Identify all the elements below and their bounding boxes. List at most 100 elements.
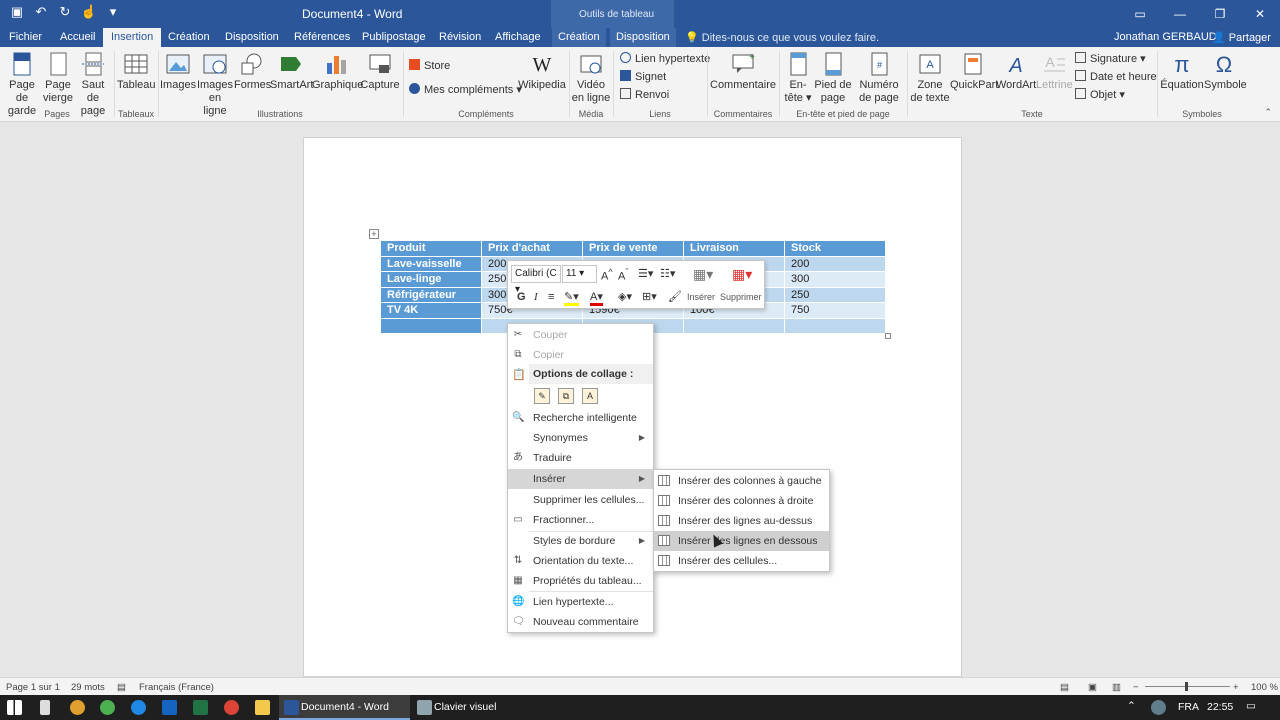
- paste-text-only-icon[interactable]: A: [582, 388, 598, 404]
- submenu-item-cellules[interactable]: Insérer des cellules...: [654, 551, 829, 571]
- app-icon[interactable]: [131, 700, 146, 715]
- taskbar-keyboard-app[interactable]: Clavier visuel: [412, 695, 542, 720]
- menu-item-nouveau-commentaire[interactable]: 🗨 Nouveau commentaire: [508, 612, 653, 632]
- tab-affichage[interactable]: Affichage: [495, 31, 541, 43]
- tab-references[interactable]: Références: [294, 31, 350, 43]
- delete-table-icon[interactable]: ▦▾: [732, 266, 752, 283]
- app-icon[interactable]: [100, 700, 115, 715]
- close-icon[interactable]: ✕: [1240, 0, 1280, 28]
- menu-item-lien[interactable]: 🌐 Lien hypertexte...: [508, 592, 653, 612]
- share-button[interactable]: 👤 Partager: [1212, 31, 1271, 44]
- table-resize-handle[interactable]: [885, 333, 891, 339]
- table-cell[interactable]: 250: [784, 286, 886, 303]
- font-color-icon[interactable]: A▾: [590, 290, 603, 306]
- menu-item-copier[interactable]: ⧉ Copier: [508, 345, 653, 365]
- chrome-icon[interactable]: [224, 700, 239, 715]
- table-cell[interactable]: Réfrigérateur: [380, 286, 482, 303]
- video-en-ligne-button[interactable]: Vidéo en ligne: [571, 51, 611, 105]
- submenu-item-colonnes-gauche[interactable]: Insérer des colonnes à gauche: [654, 471, 829, 491]
- zone-de-texte-button[interactable]: A Zone de texte: [910, 51, 950, 105]
- bullets-icon[interactable]: ☰▾: [638, 267, 653, 280]
- tab-fichier[interactable]: Fichier: [9, 31, 42, 43]
- word-count[interactable]: 29 mots: [71, 682, 105, 693]
- menu-item-fractionner[interactable]: ▭ Fractionner...: [508, 510, 653, 530]
- read-mode-icon[interactable]: ▤: [1060, 682, 1069, 693]
- tab-accueil[interactable]: Accueil: [60, 31, 95, 43]
- table-cell[interactable]: Lave-linge: [380, 271, 482, 288]
- undo-icon[interactable]: ↶: [32, 4, 50, 20]
- table-cell[interactable]: [380, 317, 482, 334]
- menu-item-styles-bordure[interactable]: Styles de bordure ▶: [508, 531, 653, 551]
- quickpart-button[interactable]: QuickPart: [950, 51, 998, 92]
- web-layout-icon[interactable]: ▥: [1112, 682, 1121, 693]
- highlight-icon[interactable]: ✎▾: [564, 290, 579, 306]
- touch-mode-icon[interactable]: ☝: [80, 4, 98, 20]
- minimize-icon[interactable]: —: [1160, 0, 1200, 28]
- menu-item-proprietes[interactable]: ▦ Propriétés du tableau...: [508, 571, 653, 591]
- submenu-item-colonnes-droite[interactable]: Insérer des colonnes à droite: [654, 491, 829, 511]
- submenu-item-lignes-dessous[interactable]: Insérer des lignes en dessous: [654, 531, 829, 551]
- menu-item-couper[interactable]: ✂ Couper: [508, 325, 653, 345]
- table-cell[interactable]: 750: [784, 302, 886, 319]
- tab-insertion[interactable]: Insertion: [103, 28, 162, 47]
- proofing-icon[interactable]: ▤: [117, 682, 126, 693]
- capture-button[interactable]: Capture: [360, 51, 400, 92]
- graphique-button[interactable]: Graphique: [312, 51, 363, 92]
- format-painter-icon[interactable]: 🖌: [668, 290, 682, 303]
- table-header-cell[interactable]: Stock: [784, 240, 886, 257]
- network-icon[interactable]: [1151, 700, 1166, 715]
- page-de-garde-button[interactable]: Page de garde: [3, 51, 41, 118]
- numbering-icon[interactable]: ☷▾: [660, 267, 675, 280]
- table-cell[interactable]: [784, 317, 886, 334]
- date-heure-button[interactable]: Date et heure: [1075, 70, 1157, 83]
- paste-merge-icon[interactable]: ⧉: [558, 388, 574, 404]
- smartart-button[interactable]: SmartArt: [270, 51, 313, 92]
- table-header-cell[interactable]: Produit: [380, 240, 482, 257]
- store-button[interactable]: Store: [409, 59, 450, 72]
- shrink-font-icon[interactable]: Aˇ: [618, 267, 628, 283]
- numero-de-page-button[interactable]: # Numéro de page: [852, 51, 906, 105]
- tab-table-creation[interactable]: Création: [552, 28, 606, 47]
- images-en-ligne-button[interactable]: Images en ligne: [196, 51, 234, 118]
- italic-button[interactable]: I: [534, 291, 538, 303]
- table-cell[interactable]: 200: [784, 255, 886, 272]
- print-layout-icon[interactable]: ▣: [1088, 682, 1097, 693]
- objet-button[interactable]: Objet ▾: [1075, 88, 1125, 101]
- table-cell[interactable]: TV 4K: [380, 302, 482, 319]
- show-hidden-icons-icon[interactable]: ⌃: [1127, 700, 1136, 712]
- shading-icon[interactable]: ◈▾: [618, 290, 632, 303]
- table-header-cell[interactable]: Prix d'achat: [481, 240, 583, 257]
- table-cell[interactable]: Lave-vaisselle: [380, 255, 482, 272]
- signet-button[interactable]: Signet: [620, 70, 666, 83]
- table-cell[interactable]: [683, 317, 785, 334]
- saut-de-page-button[interactable]: Saut de page: [75, 51, 111, 118]
- commentaire-button[interactable]: + Commentaire: [710, 51, 776, 92]
- center-align-icon[interactable]: ≡: [548, 291, 554, 303]
- tableau-button[interactable]: Tableau: [117, 51, 156, 92]
- font-size-dropdown[interactable]: 11 ▾: [562, 265, 597, 283]
- tell-me-search[interactable]: 💡 Dites-nous ce que vous voulez faire.: [685, 31, 879, 44]
- account-name[interactable]: Jonathan GERBAUD: [1114, 31, 1217, 43]
- wikipedia-button[interactable]: W Wikipedia: [518, 51, 566, 92]
- restore-icon[interactable]: ❐: [1200, 0, 1240, 28]
- tab-creation[interactable]: Création: [168, 31, 210, 43]
- images-button[interactable]: Images: [160, 51, 196, 92]
- zoom-level[interactable]: 100 %: [1251, 682, 1278, 693]
- paste-keep-format-icon[interactable]: ✎: [534, 388, 550, 404]
- mes-complements-button[interactable]: Mes compléments ▾: [409, 83, 522, 96]
- page-count[interactable]: Page 1 sur 1: [6, 682, 60, 693]
- table-header-cell[interactable]: Prix de vente: [582, 240, 684, 257]
- tab-revision[interactable]: Révision: [439, 31, 481, 43]
- symbole-button[interactable]: Ω Symbole: [1204, 51, 1247, 92]
- tab-table-disposition[interactable]: Disposition: [610, 28, 676, 47]
- menu-item-orientation[interactable]: ⇅ Orientation du texte...: [508, 551, 653, 571]
- calculator-icon[interactable]: [40, 700, 50, 715]
- app-icon[interactable]: [70, 700, 85, 715]
- customize-qat-icon[interactable]: ▾: [104, 4, 122, 20]
- tab-publipostage[interactable]: Publipostage: [362, 31, 426, 43]
- en-tete-button[interactable]: En-tête ▾: [782, 51, 814, 105]
- signature-button[interactable]: Signature ▾: [1075, 52, 1146, 65]
- page-vierge-button[interactable]: Page vierge: [41, 51, 75, 105]
- action-center-icon[interactable]: ▭: [1246, 700, 1256, 712]
- zoom-slider-thumb[interactable]: [1185, 682, 1188, 691]
